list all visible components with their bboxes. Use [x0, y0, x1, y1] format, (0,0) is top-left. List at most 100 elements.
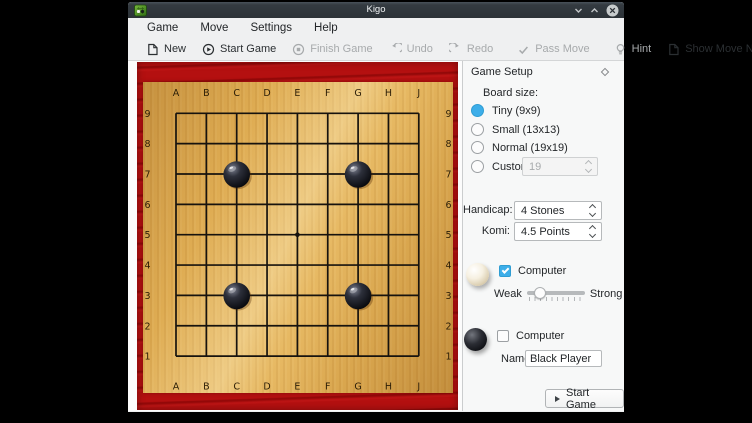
lightbulb-icon: [614, 43, 627, 56]
svg-text:9: 9: [445, 109, 451, 120]
strength-slider-handle[interactable]: [534, 287, 546, 299]
svg-text:8: 8: [445, 139, 451, 150]
weak-label: Weak: [494, 288, 522, 300]
svg-text:9: 9: [144, 109, 150, 120]
black-computer-checkbox[interactable]: [497, 330, 509, 342]
menubar: Game Move Settings Help: [128, 18, 624, 38]
undo-button[interactable]: Undo: [381, 41, 441, 58]
svg-text:2: 2: [144, 321, 150, 332]
play-circle-icon: [202, 43, 215, 56]
radio-indicator[interactable]: [471, 160, 484, 173]
menu-settings[interactable]: Settings: [239, 20, 303, 36]
screen: Kigo Game Move Settings: [0, 0, 752, 423]
start-game-panel-button[interactable]: Start Game: [545, 389, 624, 408]
black-stone-image: [464, 328, 487, 351]
finish-game-button[interactable]: Finish Game: [284, 41, 380, 58]
close-button[interactable]: [606, 4, 619, 17]
black-player-name-input[interactable]: [525, 350, 602, 367]
svg-text:H: H: [385, 382, 392, 393]
svg-text:B: B: [203, 88, 210, 99]
svg-text:8: 8: [144, 139, 150, 150]
svg-text:E: E: [294, 88, 300, 99]
handicap-label: Handicap:: [463, 204, 510, 216]
start-game-button[interactable]: Start Game: [194, 41, 284, 58]
komi-label: Komi:: [463, 225, 510, 237]
board-size-label: Board size:: [483, 87, 538, 99]
show-move-numbers-button[interactable]: Show Move Numbers: [659, 41, 752, 58]
kigo-window: Kigo Game Move Settings: [128, 2, 624, 412]
white-computer-row[interactable]: Computer: [499, 265, 566, 277]
spinbox-arrows[interactable]: [587, 203, 601, 218]
dock-float-icon[interactable]: [601, 68, 609, 76]
svg-text:D: D: [263, 382, 270, 393]
board-grid: AABBCCDDEEFFGGHHJJ998877665544332211: [143, 82, 453, 393]
menu-move[interactable]: Move: [189, 20, 239, 36]
redo-button[interactable]: Redo: [441, 41, 501, 58]
menu-help[interactable]: Help: [303, 20, 349, 36]
svg-text:J: J: [416, 88, 420, 99]
handicap-spinbox[interactable]: 4 Stones: [514, 201, 602, 220]
titlebar[interactable]: Kigo: [128, 2, 624, 18]
white-stone-image: [466, 263, 489, 286]
svg-text:1: 1: [144, 352, 150, 363]
svg-text:G: G: [354, 382, 361, 393]
document-new-icon: [146, 43, 159, 56]
svg-text:C: C: [233, 382, 240, 393]
menu-game[interactable]: Game: [136, 20, 189, 36]
svg-text:1: 1: [445, 352, 451, 363]
svg-text:A: A: [173, 382, 180, 393]
checkmark-icon: [517, 43, 530, 56]
strength-slider[interactable]: [527, 287, 585, 301]
svg-text:6: 6: [445, 200, 451, 211]
radio-indicator[interactable]: [471, 123, 484, 136]
strong-label: Strong: [590, 288, 622, 300]
radio-indicator[interactable]: [471, 104, 484, 117]
window-title: Kigo: [128, 2, 624, 18]
komi-spinbox[interactable]: 4.5 Points: [514, 222, 602, 241]
board-wood-surface: AABBCCDDEEFFGGHHJJ998877665544332211: [143, 82, 453, 393]
svg-text:G: G: [354, 88, 361, 99]
move-numbers-icon: [667, 43, 680, 56]
redo-arrow-icon: [449, 43, 462, 56]
toolbar: New Start Game Finish Game Undo: [128, 38, 624, 61]
svg-text:B: B: [203, 382, 210, 393]
svg-text:A: A: [173, 88, 180, 99]
svg-text:F: F: [325, 382, 330, 393]
svg-text:3: 3: [445, 291, 451, 302]
svg-text:H: H: [385, 88, 392, 99]
svg-text:4: 4: [445, 261, 451, 272]
radio-indicator[interactable]: [471, 141, 484, 154]
go-board[interactable]: AABBCCDDEEFFGGHHJJ998877665544332211: [137, 62, 458, 410]
spinbox-arrows[interactable]: [583, 159, 597, 174]
play-icon: [555, 396, 560, 402]
white-computer-checkbox[interactable]: [499, 265, 511, 277]
svg-text:4: 4: [144, 261, 150, 272]
custom-size-spinbox[interactable]: 19: [522, 157, 598, 176]
pass-move-button[interactable]: Pass Move: [509, 41, 597, 58]
svg-text:7: 7: [144, 170, 150, 181]
svg-text:F: F: [325, 88, 330, 99]
svg-text:2: 2: [445, 321, 451, 332]
maximize-button[interactable]: [590, 6, 599, 15]
radio-normal-19x19[interactable]: Normal (19x19): [471, 141, 568, 154]
svg-text:5: 5: [445, 230, 451, 241]
hint-button[interactable]: Hint: [606, 41, 660, 58]
undo-arrow-icon: [389, 43, 402, 56]
svg-text:E: E: [294, 382, 300, 393]
radio-small-13x13[interactable]: Small (13x13): [471, 123, 560, 136]
strength-slider-row: Weak Strong: [494, 287, 622, 301]
svg-text:D: D: [263, 88, 270, 99]
svg-text:7: 7: [445, 170, 451, 181]
svg-text:C: C: [233, 88, 240, 99]
game-setup-panel: Game Setup Board size: Tiny (9x9) Small …: [462, 61, 624, 411]
black-computer-row[interactable]: Computer: [497, 330, 564, 342]
svg-text:5: 5: [144, 230, 150, 241]
new-button[interactable]: New: [138, 41, 194, 58]
main-content: AABBCCDDEEFFGGHHJJ998877665544332211 Gam…: [128, 61, 624, 411]
spinbox-arrows[interactable]: [587, 224, 601, 239]
svg-text:6: 6: [144, 200, 150, 211]
radio-tiny-9x9[interactable]: Tiny (9x9): [471, 104, 541, 117]
svg-text:J: J: [416, 382, 420, 393]
stop-circle-icon: [292, 43, 305, 56]
minimize-button[interactable]: [574, 6, 583, 15]
